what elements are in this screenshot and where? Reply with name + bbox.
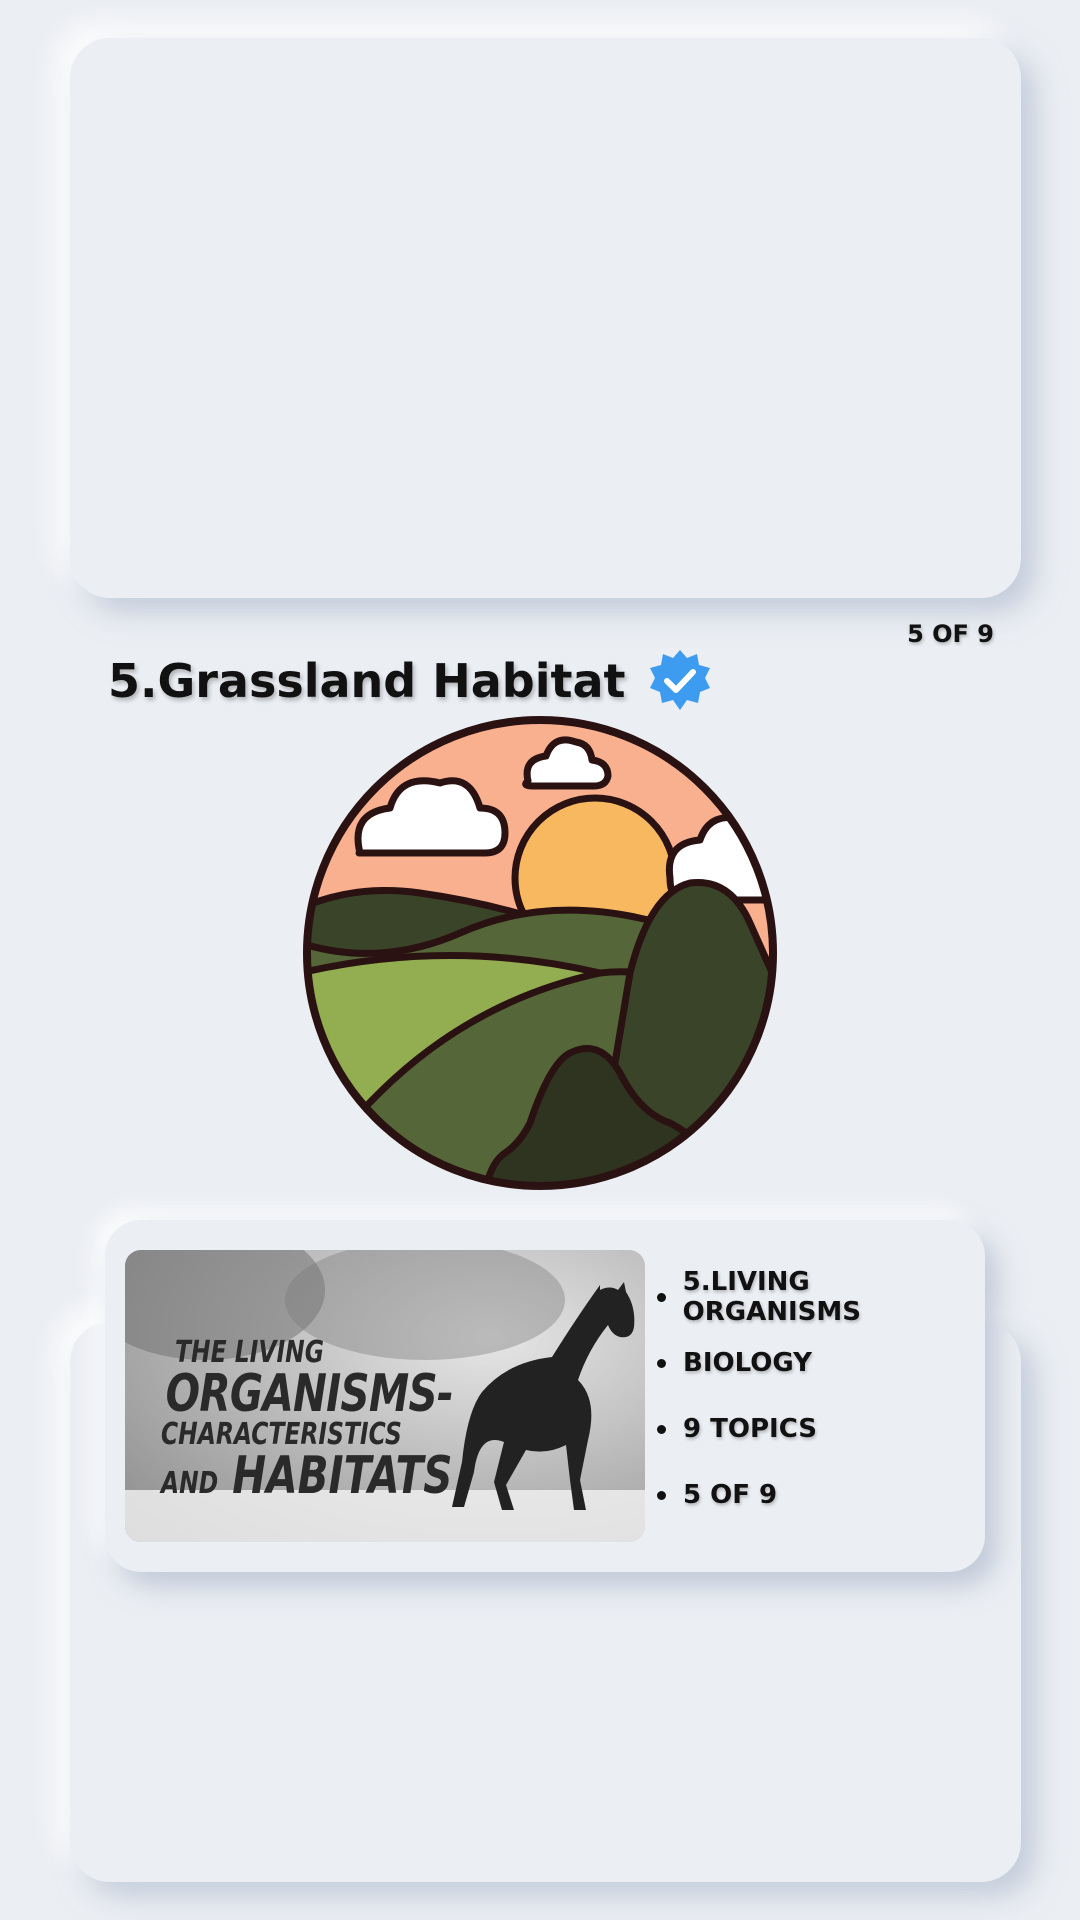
bullet-icon [657, 1358, 666, 1368]
thumbnail-line-2: ORGANISMS- [165, 1364, 454, 1424]
topic-thumbnail: THE LIVING ORGANISMS- CHARACTERISTICS AN… [125, 1250, 645, 1542]
topic-details-list: 5.LIVING ORGANISMS BIOLOGY 9 TOPICS 5 OF… [657, 1264, 985, 1528]
title-row: 5.Grassland Habitat [108, 648, 713, 714]
thumbnail-line-4a: AND [161, 1466, 219, 1501]
thumbnail-title: THE LIVING ORGANISMS- CHARACTERISTICS AN… [161, 1338, 454, 1503]
thumbnail-line-4b: HABITATS [232, 1446, 453, 1506]
list-item: 9 TOPICS [657, 1396, 985, 1462]
bullet-icon [657, 1424, 666, 1434]
bullet-icon [657, 1490, 666, 1500]
grassland-landscape-icon [303, 716, 777, 1190]
slide-counter: 5 OF 9 [907, 620, 994, 648]
detail-topic: 5.LIVING ORGANISMS [682, 1267, 861, 1327]
bullet-icon [657, 1292, 666, 1302]
verified-badge-icon [650, 650, 711, 710]
top-card [70, 38, 1021, 598]
topic-card[interactable]: THE LIVING ORGANISMS- CHARACTERISTICS AN… [105, 1220, 985, 1572]
horse-silhouette [452, 1282, 635, 1510]
list-item: BIOLOGY [657, 1330, 985, 1396]
list-item: 5 OF 9 [657, 1462, 985, 1528]
page-title: 5.Grassland Habitat [108, 654, 626, 708]
detail-topic-count: 9 TOPICS [683, 1414, 817, 1444]
detail-subject: BIOLOGY [683, 1348, 812, 1378]
list-item: 5.LIVING ORGANISMS [657, 1264, 985, 1330]
detail-progress: 5 OF 9 [683, 1480, 778, 1510]
